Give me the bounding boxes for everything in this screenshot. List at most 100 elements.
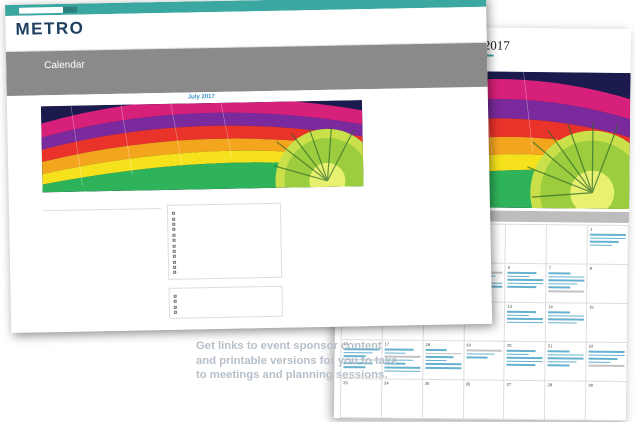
event-list-item[interactable] — [43, 218, 161, 220]
checkbox[interactable] — [173, 305, 177, 309]
event-link[interactable] — [589, 244, 612, 247]
day-number: 29 — [588, 382, 593, 388]
event-link[interactable] — [466, 356, 488, 359]
event-list-item[interactable] — [43, 218, 161, 220]
metro-logo[interactable]: METRO — [15, 18, 84, 39]
event-link[interactable] — [507, 271, 537, 274]
event-link[interactable] — [506, 364, 536, 367]
checkbox[interactable] — [172, 222, 176, 226]
event-list-item[interactable] — [43, 218, 161, 220]
event-link[interactable] — [548, 275, 585, 278]
calendar-day-cell: 26 — [463, 380, 505, 420]
checkbox[interactable] — [172, 217, 176, 221]
metro-services-box — [168, 285, 284, 320]
checkbox[interactable] — [173, 294, 177, 298]
event-link[interactable] — [507, 310, 537, 313]
event-link[interactable] — [589, 233, 626, 236]
checkbox[interactable] — [172, 211, 176, 216]
event-link[interactable] — [588, 354, 625, 357]
event-link[interactable] — [548, 283, 578, 285]
event-options-box — [166, 202, 283, 280]
event-link[interactable] — [547, 353, 584, 356]
event-link[interactable] — [425, 366, 461, 369]
checkbox[interactable] — [172, 255, 176, 259]
event-link[interactable] — [547, 360, 577, 363]
event-link[interactable] — [589, 237, 626, 240]
event-link[interactable] — [466, 349, 503, 352]
checkbox[interactable] — [172, 244, 176, 248]
event-link[interactable] — [507, 321, 544, 324]
event-link[interactable] — [548, 290, 585, 293]
filter-option[interactable] — [173, 308, 278, 315]
event-link[interactable] — [507, 282, 544, 285]
checkbox[interactable] — [172, 233, 176, 237]
event-link[interactable] — [507, 314, 529, 317]
event-link[interactable] — [506, 360, 543, 363]
event-link[interactable] — [547, 350, 570, 353]
calendar-day-cell: 29 — [586, 381, 628, 422]
event-link[interactable] — [548, 321, 577, 324]
event-link[interactable] — [507, 317, 544, 320]
event-link[interactable] — [425, 352, 462, 355]
event-list-item[interactable] — [43, 218, 161, 220]
event-link[interactable] — [506, 356, 543, 359]
event-list-item[interactable] — [43, 218, 161, 220]
day-number: 13 — [507, 303, 512, 309]
calendar-day-cell: 8 — [587, 264, 629, 305]
event-link[interactable] — [384, 352, 406, 354]
event-list — [43, 218, 161, 220]
event-list-item[interactable] — [43, 218, 161, 220]
checkbox[interactable] — [172, 238, 176, 242]
event-list-column — [42, 205, 161, 220]
event-link[interactable] — [548, 318, 585, 321]
event-link[interactable] — [588, 365, 625, 367]
event-link[interactable] — [425, 356, 454, 359]
event-link[interactable] — [507, 349, 536, 352]
event-list-item[interactable] — [43, 218, 161, 220]
feature-caption: Get links to event sponsor content and p… — [196, 339, 398, 383]
event-link[interactable] — [588, 357, 618, 360]
event-link[interactable] — [384, 348, 414, 351]
event-link[interactable] — [506, 353, 529, 356]
event-link[interactable] — [588, 350, 625, 353]
day-number: 20 — [507, 342, 512, 348]
filter-option[interactable] — [173, 268, 277, 275]
event-link[interactable] — [425, 363, 462, 366]
checkbox[interactable] — [172, 228, 176, 232]
caption-line: Get links to event sponsor content — [196, 340, 382, 352]
event-link[interactable] — [425, 359, 447, 362]
search-input[interactable] — [19, 6, 64, 14]
checkbox[interactable] — [173, 265, 177, 269]
checkbox[interactable] — [172, 249, 176, 253]
event-list-item[interactable] — [43, 218, 161, 220]
event-link[interactable] — [466, 352, 495, 355]
checkbox[interactable] — [173, 271, 177, 275]
event-link[interactable] — [425, 348, 447, 351]
event-link[interactable] — [548, 314, 585, 317]
event-link[interactable] — [384, 370, 421, 373]
event-link[interactable] — [588, 361, 611, 364]
calendar-day-cell: 18 — [423, 340, 465, 381]
calendar-day-cell — [505, 224, 548, 265]
checkbox[interactable] — [172, 260, 176, 264]
event-options-list — [172, 209, 277, 276]
search-button[interactable] — [63, 6, 78, 13]
event-list-item[interactable] — [43, 218, 161, 220]
event-list-item[interactable] — [43, 218, 161, 220]
event-link[interactable] — [548, 311, 570, 314]
checkbox[interactable] — [173, 310, 177, 314]
event-link[interactable] — [548, 279, 585, 282]
event-link[interactable] — [547, 364, 570, 367]
event-list-item[interactable] — [43, 218, 161, 220]
checkbox[interactable] — [173, 300, 177, 304]
event-link[interactable] — [548, 272, 571, 275]
event-link[interactable] — [548, 286, 571, 289]
event-link[interactable] — [507, 286, 537, 289]
day-number: 1 — [590, 226, 593, 232]
event-link[interactable] — [547, 357, 584, 360]
calendar-day-cell: 20 — [504, 341, 546, 382]
calendar-day-cell: 19 — [463, 341, 506, 381]
event-link[interactable] — [507, 275, 530, 278]
event-link[interactable] — [507, 278, 544, 281]
event-link[interactable] — [589, 240, 619, 243]
